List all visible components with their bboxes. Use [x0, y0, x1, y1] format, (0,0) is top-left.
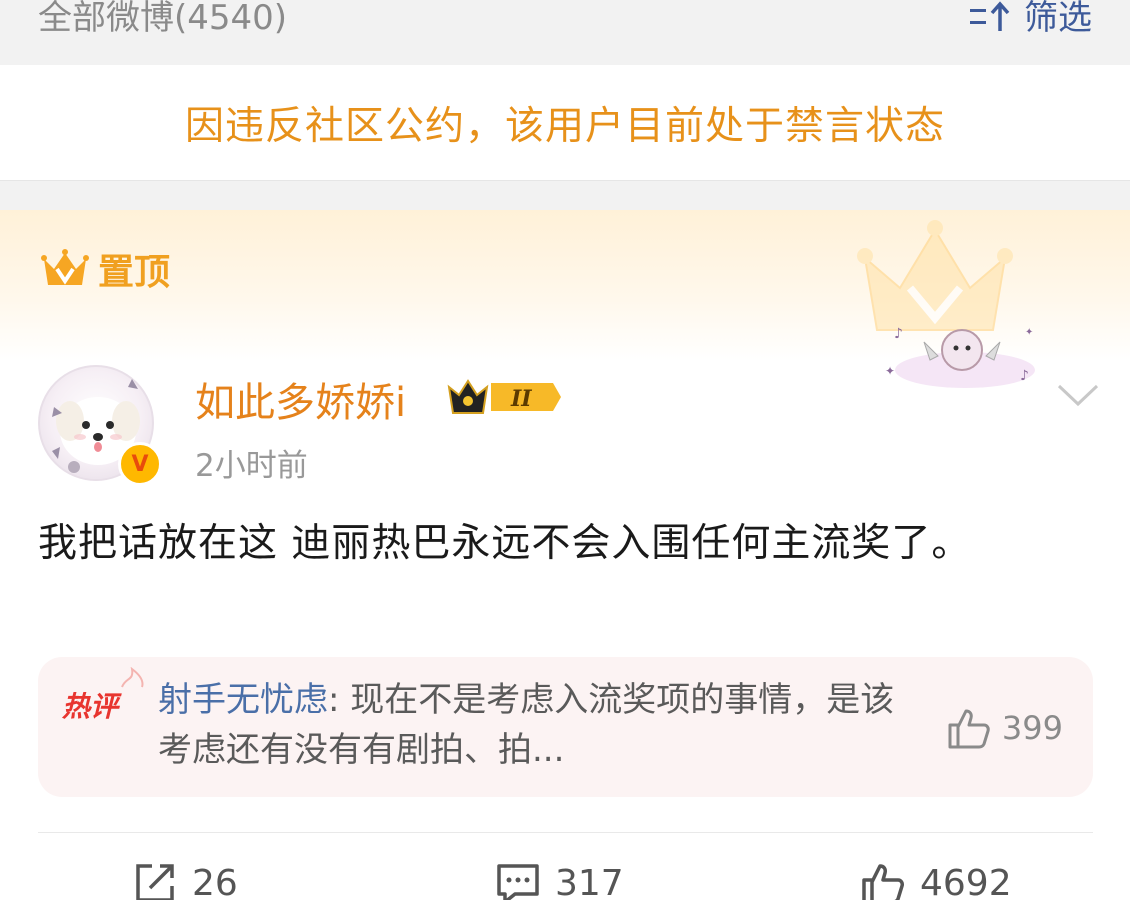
pinned-marker: 置顶: [40, 243, 170, 295]
repost-count: 26: [192, 862, 238, 900]
post-time: 2小时前: [195, 448, 308, 484]
top-bar: 全部微博(4540) 筛选: [0, 0, 1130, 65]
like-count: 4692: [920, 862, 1012, 900]
post-card[interactable]: 置顶 ♪ ♪ ✦ ✦ V 如此多娇娇i II 2小时前 我把话放在这 迪丽热巴永…: [0, 210, 1130, 900]
hot-comment-tag: 热评: [62, 690, 119, 723]
svg-text:✦: ✦: [885, 364, 895, 378]
hot-comment[interactable]: 热评 射手无忧虑: 现在不是考虑入流奖项的事情，是该考虑还有没有有剧拍、拍...…: [38, 657, 1093, 797]
hot-comment-user[interactable]: 射手无忧虑: [158, 680, 328, 720]
divider: [38, 832, 1093, 833]
thumbs-up-icon: [862, 864, 904, 900]
mute-notice: 因违反社区公约，该用户目前处于禁言状态: [0, 65, 1130, 180]
comment-count: 317: [555, 862, 624, 900]
crown-icon: [41, 249, 89, 285]
hot-comment-separator: :: [328, 680, 340, 720]
flame-icon: [121, 667, 144, 688]
filter-button[interactable]: 筛选: [968, 0, 1092, 39]
repost-icon: [136, 864, 174, 900]
sort-arrow-icon: [970, 0, 1010, 31]
verified-badge-icon: V: [118, 442, 162, 486]
comment-button[interactable]: 317: [495, 860, 624, 900]
post-content[interactable]: 我把话放在这 迪丽热巴永远不会入围任何主流奖了。: [38, 515, 1038, 573]
hot-comment-body: 射手无忧虑: 现在不是考虑入流奖项的事情，是该考虑还有没有有剧拍、拍...: [158, 675, 898, 775]
chevron-down-icon[interactable]: [1055, 380, 1101, 410]
hot-comment-like-button[interactable]: 399: [946, 705, 1063, 751]
thumbs-up-icon: [948, 709, 990, 749]
comment-icon: [497, 864, 539, 900]
member-level-text: II: [510, 386, 532, 412]
weibo-count-tab[interactable]: 全部微博(4540): [38, 0, 287, 39]
mute-notice-text: 因违反社区公约，该用户目前处于禁言状态: [184, 103, 945, 149]
like-button[interactable]: 4692: [860, 860, 1012, 900]
section-gap: [0, 180, 1130, 210]
repost-button[interactable]: 26: [132, 860, 238, 900]
member-crown-badge-icon[interactable]: II: [445, 375, 565, 419]
hot-comment-like-count: 399: [1001, 709, 1063, 747]
username[interactable]: 如此多娇娇i: [195, 370, 406, 428]
decoration-pendant-icon: ♪ ♪ ✦ ✦: [885, 326, 1035, 388]
pinned-label: 置顶: [98, 252, 171, 293]
filter-label: 筛选: [1024, 0, 1092, 38]
svg-text:✦: ✦: [1025, 327, 1033, 338]
svg-text:♪: ♪: [1020, 368, 1029, 384]
svg-text:♪: ♪: [894, 326, 903, 342]
action-bar: 26 317 4692: [0, 860, 1130, 900]
